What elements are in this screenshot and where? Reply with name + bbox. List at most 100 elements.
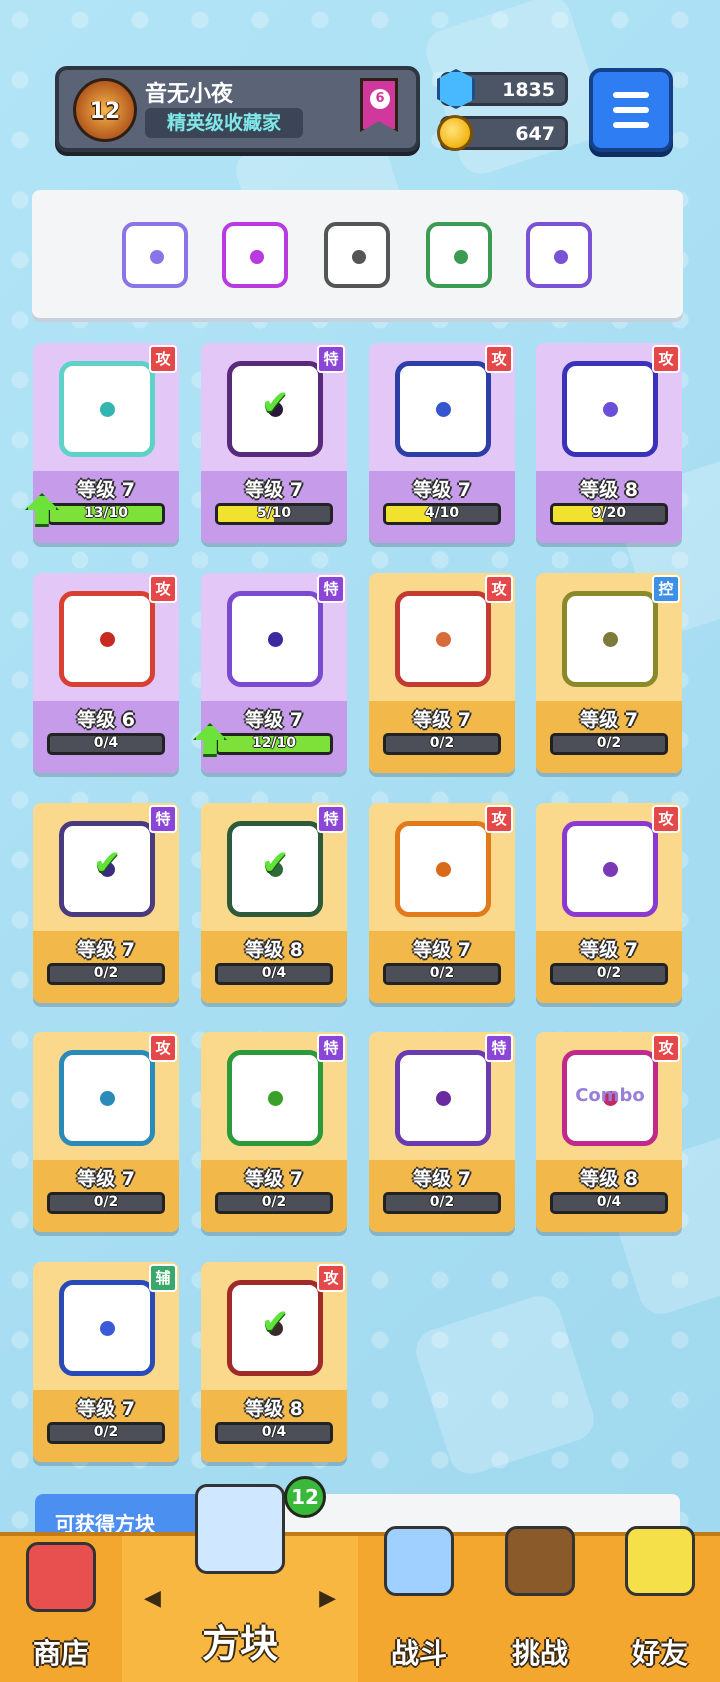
die-pip — [454, 250, 468, 264]
die-pip — [268, 1091, 283, 1106]
progress-text: 0/2 — [596, 965, 622, 981]
progress-bar: 13/10 — [47, 503, 165, 525]
type-tag: 攻 — [485, 575, 513, 603]
dice-card[interactable]: 攻等级 7 0/2 — [536, 803, 682, 1003]
player-level: 12 — [89, 99, 121, 124]
progress-text: 13/10 — [83, 505, 129, 521]
player-title: 精英级收藏家 — [145, 108, 303, 138]
player-profile[interactable]: 12 音无小夜 精英级收藏家 6 — [55, 66, 420, 152]
dice-card[interactable]: 攻等级 6 0/4 — [33, 573, 179, 773]
type-tag: 攻 — [652, 345, 680, 373]
dice-card[interactable]: 特等级 7 0/2 — [201, 1032, 347, 1232]
type-tag: 攻 — [652, 805, 680, 833]
die-icon — [59, 591, 155, 687]
deck-swap-die[interactable] — [222, 222, 288, 288]
progress-bar: 12/10 — [215, 733, 333, 755]
dice-card[interactable]: 攻等级 7 13/10 — [25, 343, 179, 543]
dice-card[interactable]: 攻等级 7 4/10 — [369, 343, 515, 543]
type-tag: 攻 — [149, 1034, 177, 1062]
progress-bar: 0/2 — [550, 963, 668, 985]
progress-bar: 0/2 — [47, 1422, 165, 1444]
menu-button[interactable] — [589, 68, 673, 152]
progress-text: 5/10 — [256, 505, 292, 521]
dice-card[interactable]: 控等级 7 0/2 — [536, 573, 682, 773]
menu-icon — [613, 92, 649, 98]
card-level: 等级 7 — [245, 1168, 303, 1190]
type-tag: 特 — [317, 345, 345, 373]
dice-card[interactable]: 攻等级 7 0/2 — [369, 803, 515, 1003]
card-level: 等级 7 — [245, 479, 303, 501]
type-tag: 攻 — [485, 805, 513, 833]
type-tag: 特 — [317, 1034, 345, 1062]
progress-text: 12/10 — [251, 735, 297, 751]
progress-text: 0/4 — [596, 1194, 622, 1210]
nav-challenge[interactable]: 挑战 — [480, 1526, 600, 1682]
type-tag: 辅 — [149, 1264, 177, 1292]
equipped-check-icon: ✔ — [93, 843, 122, 883]
die-pip — [436, 632, 451, 647]
die-pip — [100, 402, 115, 417]
nav-battle[interactable]: 战斗 — [358, 1526, 480, 1682]
die-icon — [395, 1050, 491, 1146]
progress-text: 0/2 — [93, 1424, 119, 1440]
die-pip — [100, 632, 115, 647]
dice-card[interactable]: 攻等级 7 0/2 — [369, 573, 515, 773]
dice-card[interactable]: Combo 攻等级 8 0/4 — [536, 1032, 682, 1232]
rank-number: 6 — [370, 89, 390, 109]
challenge-sign-icon — [505, 1526, 575, 1596]
nav-friends[interactable]: 好友 — [600, 1526, 720, 1682]
progress-bar: 0/4 — [215, 1422, 333, 1444]
die-pip — [603, 862, 618, 877]
progress-bar: 0/2 — [383, 733, 501, 755]
dice-card[interactable]: ✔ 特等级 7 0/2 — [33, 803, 179, 1003]
coin-counter[interactable]: 647 — [437, 115, 568, 151]
card-level: 等级 7 — [580, 939, 638, 961]
dice-card[interactable]: 辅等级 7 0/2 — [33, 1262, 179, 1462]
die-pip — [603, 402, 618, 417]
die-icon — [395, 591, 491, 687]
card-level: 等级 8 — [245, 1398, 303, 1420]
rank-ribbon-icon[interactable]: 6 — [360, 78, 398, 132]
dice-card[interactable]: 特等级 7 12/10 — [193, 573, 347, 773]
nav-dice[interactable]: 12 ◀ ▶ 方块 — [122, 1476, 358, 1682]
shop-icon — [26, 1542, 96, 1612]
card-level: 等级 8 — [245, 939, 303, 961]
die-icon — [227, 591, 323, 687]
nav-shop[interactable]: 商店 — [0, 1536, 122, 1682]
prev-arrow-icon[interactable]: ◀ — [144, 1586, 161, 1611]
type-tag: 控 — [652, 575, 680, 603]
die-icon — [59, 361, 155, 457]
die-pip — [250, 250, 264, 264]
dice-card[interactable]: 攻等级 8 9/20 — [536, 343, 682, 543]
die-pip — [436, 862, 451, 877]
obtainable-label: 可获得方块 — [35, 1494, 205, 1536]
coin-icon — [437, 115, 473, 151]
progress-bar: 0/4 — [215, 963, 333, 985]
die-icon — [59, 1280, 155, 1376]
deck-star-die[interactable] — [426, 222, 492, 288]
deck-saw-die[interactable] — [324, 222, 390, 288]
die-icon — [59, 1050, 155, 1146]
deck-rainbow-die[interactable] — [122, 222, 188, 288]
progress-text: 4/10 — [424, 505, 460, 521]
deck-arrow-die[interactable] — [526, 222, 592, 288]
dice-card[interactable]: ✔ 特等级 7 5/10 — [201, 343, 347, 543]
progress-text: 0/2 — [429, 1194, 455, 1210]
progress-bar: 0/4 — [47, 733, 165, 755]
dice-card[interactable]: ✔ 攻等级 8 0/4 — [201, 1262, 347, 1462]
dice-card[interactable]: ✔ 特等级 8 0/4 — [201, 803, 347, 1003]
next-arrow-icon[interactable]: ▶ — [319, 1586, 336, 1611]
equipped-check-icon: ✔ — [261, 383, 290, 423]
bottom-nav: 商店 12 ◀ ▶ 方块 战斗 挑战 好友 — [0, 1476, 720, 1682]
progress-text: 0/2 — [93, 1194, 119, 1210]
dice-card[interactable]: 攻等级 7 0/2 — [33, 1032, 179, 1232]
gem-counter[interactable]: 1835 — [437, 69, 568, 109]
nav-friends-label: 好友 — [631, 1637, 688, 1670]
card-level: 等级 8 — [580, 479, 638, 501]
avatar[interactable]: 12 — [73, 78, 137, 142]
dice-box-icon — [195, 1484, 285, 1574]
die-icon — [227, 1050, 323, 1146]
dice-card[interactable]: 特等级 7 0/2 — [369, 1032, 515, 1232]
type-tag: 特 — [149, 805, 177, 833]
card-level: 等级 8 — [580, 1168, 638, 1190]
